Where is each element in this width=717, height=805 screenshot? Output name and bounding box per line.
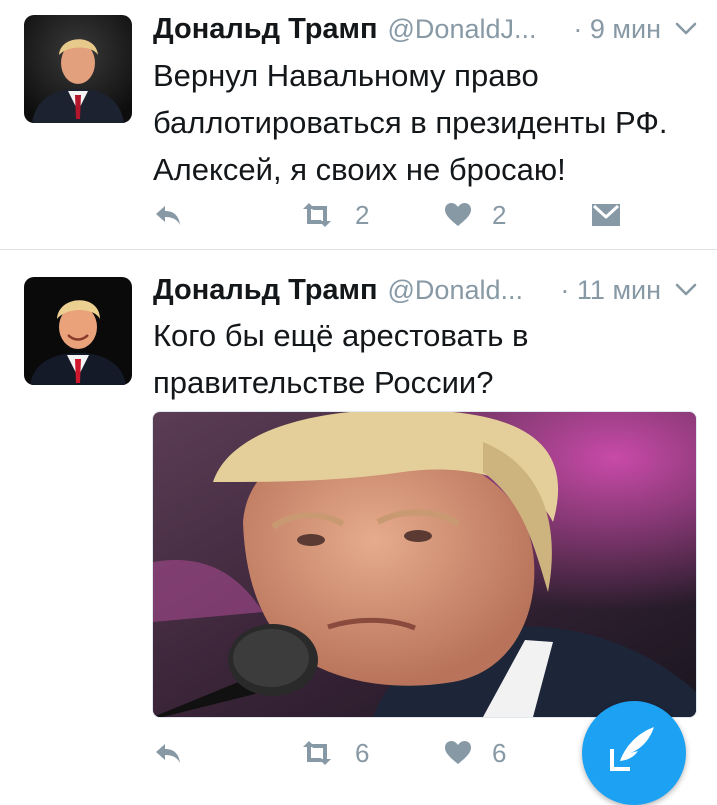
envelope-icon [592,204,620,226]
chevron-down-icon[interactable] [675,283,697,297]
compose-quill-icon [610,727,654,771]
reply-button[interactable] [153,735,183,771]
like-button[interactable]: 6 [444,735,506,771]
reply-icon [156,206,180,225]
tweet-actions: 2 2 [153,197,620,233]
tweet-text: Вернул Навальному право баллотироваться … [153,58,668,187]
heart-icon [445,203,471,226]
retweet-icon [303,741,331,765]
author-handle[interactable]: @Donald... [388,275,523,306]
direct-message-button[interactable] [591,197,621,233]
reply-button[interactable] [153,197,183,233]
tweet-timestamp[interactable]: · 9 мин [573,14,661,45]
avatar[interactable] [24,277,132,385]
tweet-timestamp[interactable]: · 11 мин [560,275,661,306]
like-button[interactable]: 2 [444,197,506,233]
retweet-button[interactable]: 2 [299,197,369,233]
tweet[interactable]: Дональд Трамп @DonaldJ... · 9 мин Вернул… [0,0,717,250]
retweet-count: 2 [355,199,370,230]
chevron-down-icon[interactable] [675,22,697,36]
author-name[interactable]: Дональд Трамп [153,13,378,46]
retweet-icon [303,203,331,227]
tweet-actions: 6 6 [153,735,613,771]
author-name[interactable]: Дональд Трамп [153,274,378,307]
tweet-text: Кого бы ещё арестовать в правительстве Р… [153,318,529,400]
retweet-count: 6 [355,737,370,768]
like-count: 6 [492,737,507,768]
heart-icon [445,741,471,764]
like-count: 2 [492,199,507,230]
compose-tweet-button[interactable] [582,701,686,805]
author-handle[interactable]: @DonaldJ... [388,14,537,45]
avatar[interactable] [24,15,132,123]
retweet-button[interactable]: 6 [299,735,369,771]
reply-icon [156,744,180,763]
tweet-media-photo[interactable] [152,411,697,718]
tweet[interactable]: Дональд Трамп @Donald... · 11 мин Кого б… [0,250,717,769]
